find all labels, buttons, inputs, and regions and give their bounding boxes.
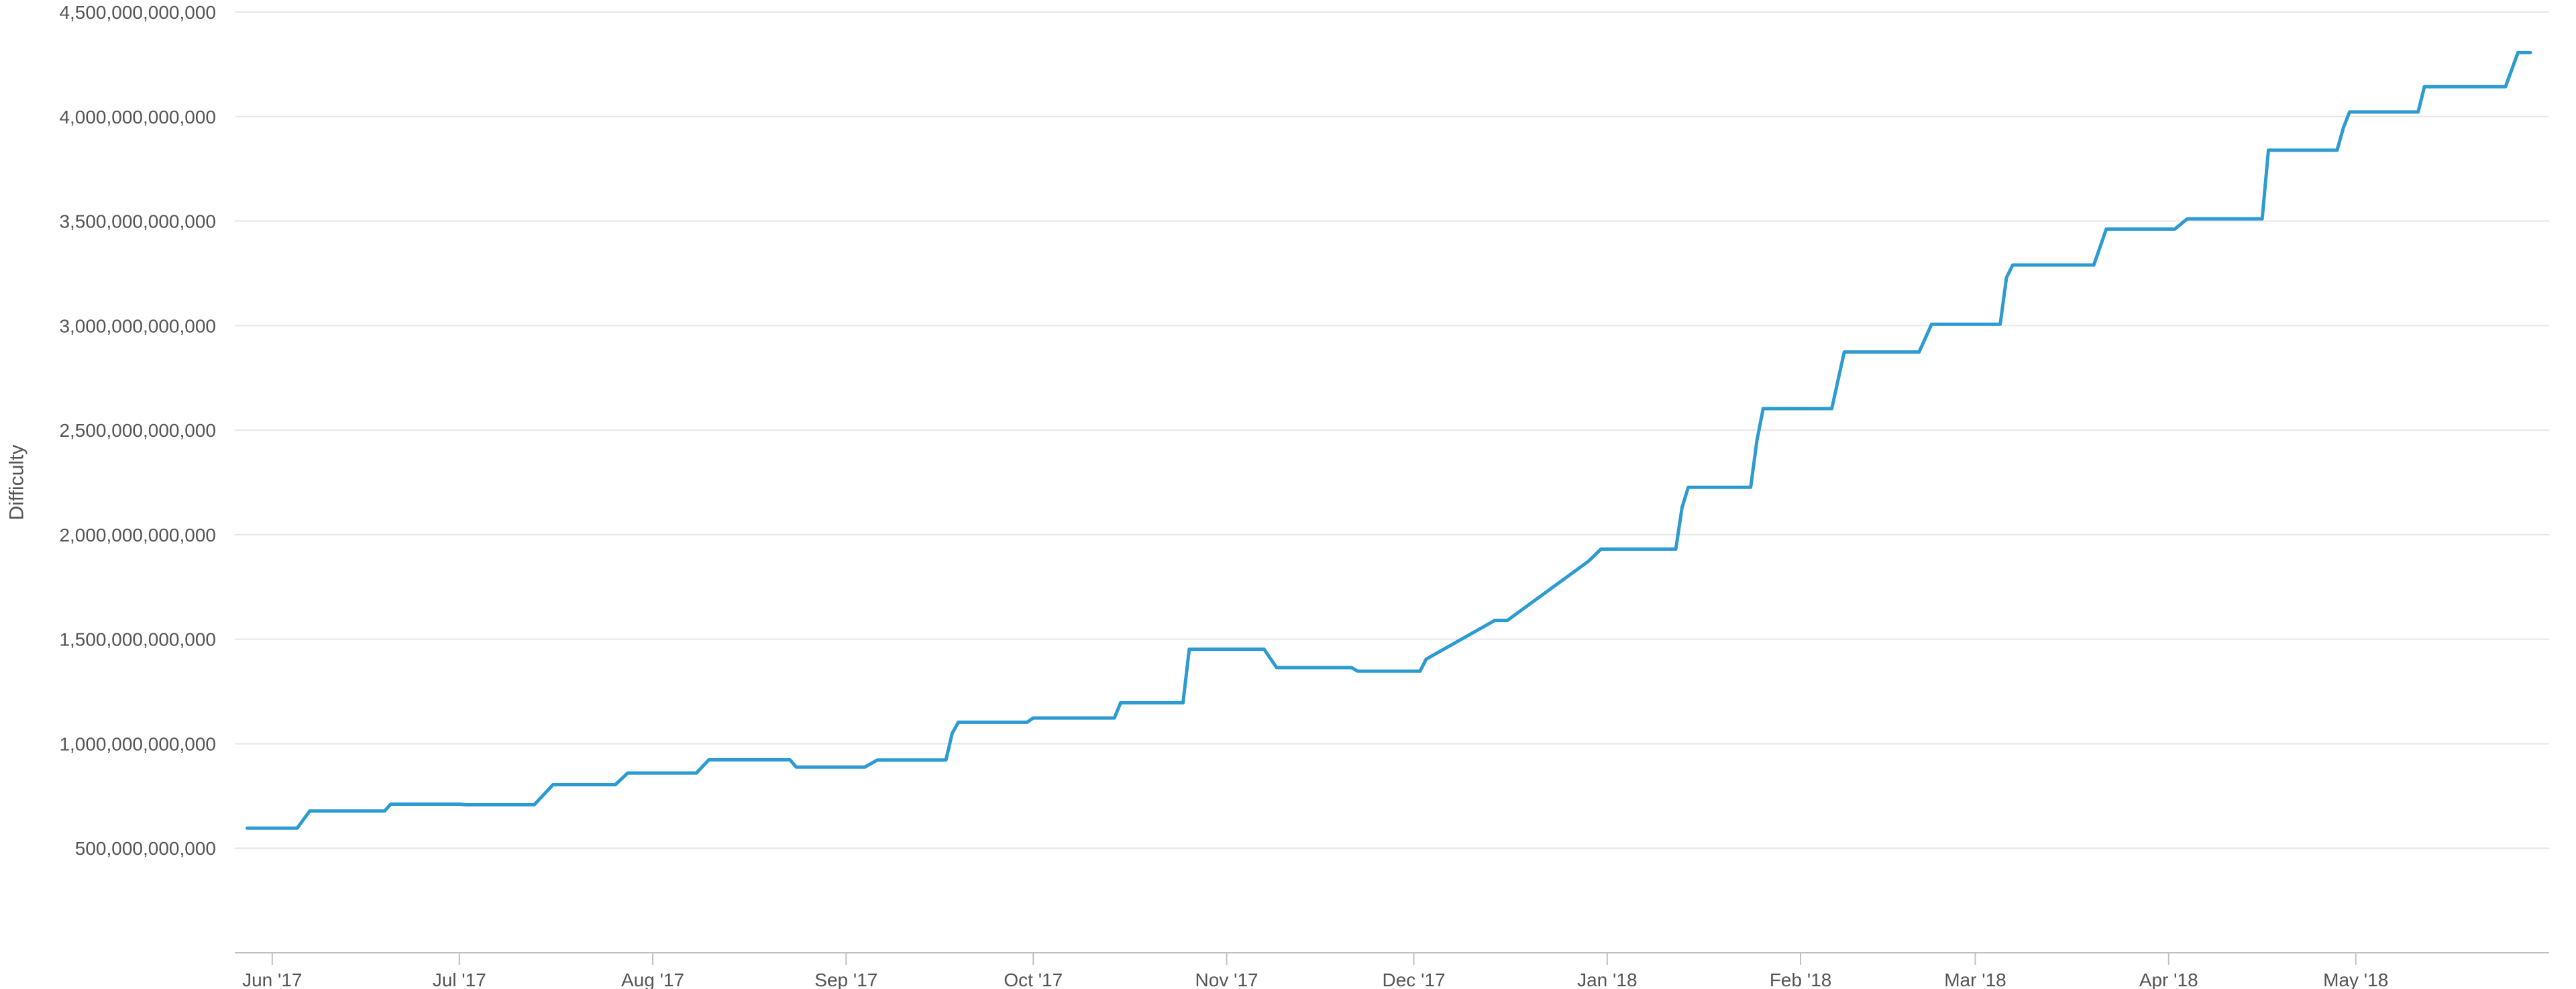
y-tick-label: 4,000,000,000,000 bbox=[59, 107, 216, 127]
x-tick-label: Sep '17 bbox=[814, 970, 877, 989]
x-tick-label: Oct '17 bbox=[1004, 970, 1063, 989]
x-tick-label: Jun '17 bbox=[242, 970, 302, 989]
chart-svg: 500,000,000,000 1,000,000,000,000 1,500,00… bbox=[6, 2, 2549, 989]
x-tick-label: Jul '17 bbox=[433, 970, 486, 989]
y-tick-label: 1,000,000,000,000 bbox=[59, 733, 216, 754]
x-tick-label: May '18 bbox=[2323, 970, 2388, 989]
x-tick-label: Aug '17 bbox=[621, 970, 684, 989]
y-tick-label: 1,500,000,000,000 bbox=[59, 629, 216, 650]
x-tick-label: Dec '17 bbox=[1383, 970, 1446, 989]
y-tick-label: 2,500,000,000,000 bbox=[59, 420, 216, 441]
y-axis-title: Difficulty bbox=[6, 445, 28, 521]
x-tick-label: Jan '18 bbox=[1577, 970, 1637, 989]
grid-layer bbox=[235, 11, 2549, 849]
series-line bbox=[246, 50, 2532, 830]
y-tick-labels: 500,000,000,000 1,000,000,000,000 1,500,00… bbox=[59, 2, 216, 859]
series-layer bbox=[246, 50, 2532, 830]
y-tick-label: 3,500,000,000,000 bbox=[59, 211, 216, 232]
x-tick-label: Feb '18 bbox=[1770, 970, 1832, 989]
y-tick-label: 500,000,000,000 bbox=[75, 838, 216, 859]
difficulty-chart: 500,000,000,000 1,000,000,000,000 1,500,00… bbox=[0, 0, 2576, 989]
x-tick-label: Mar '18 bbox=[1944, 970, 2006, 989]
axis-layer bbox=[235, 952, 2549, 965]
y-tick-label: 3,000,000,000,000 bbox=[59, 315, 216, 336]
x-tick-label: Nov '17 bbox=[1195, 970, 1258, 989]
x-tick-label: Apr '18 bbox=[2139, 970, 2198, 989]
x-tick-labels: Jun '17 Jul '17 Aug '17 Sep '17 Oct '17 Nov '… bbox=[242, 970, 2388, 989]
y-tick-label: 2,000,000,000,000 bbox=[59, 525, 216, 545]
y-tick-label: 4,500,000,000,000 bbox=[59, 2, 216, 23]
